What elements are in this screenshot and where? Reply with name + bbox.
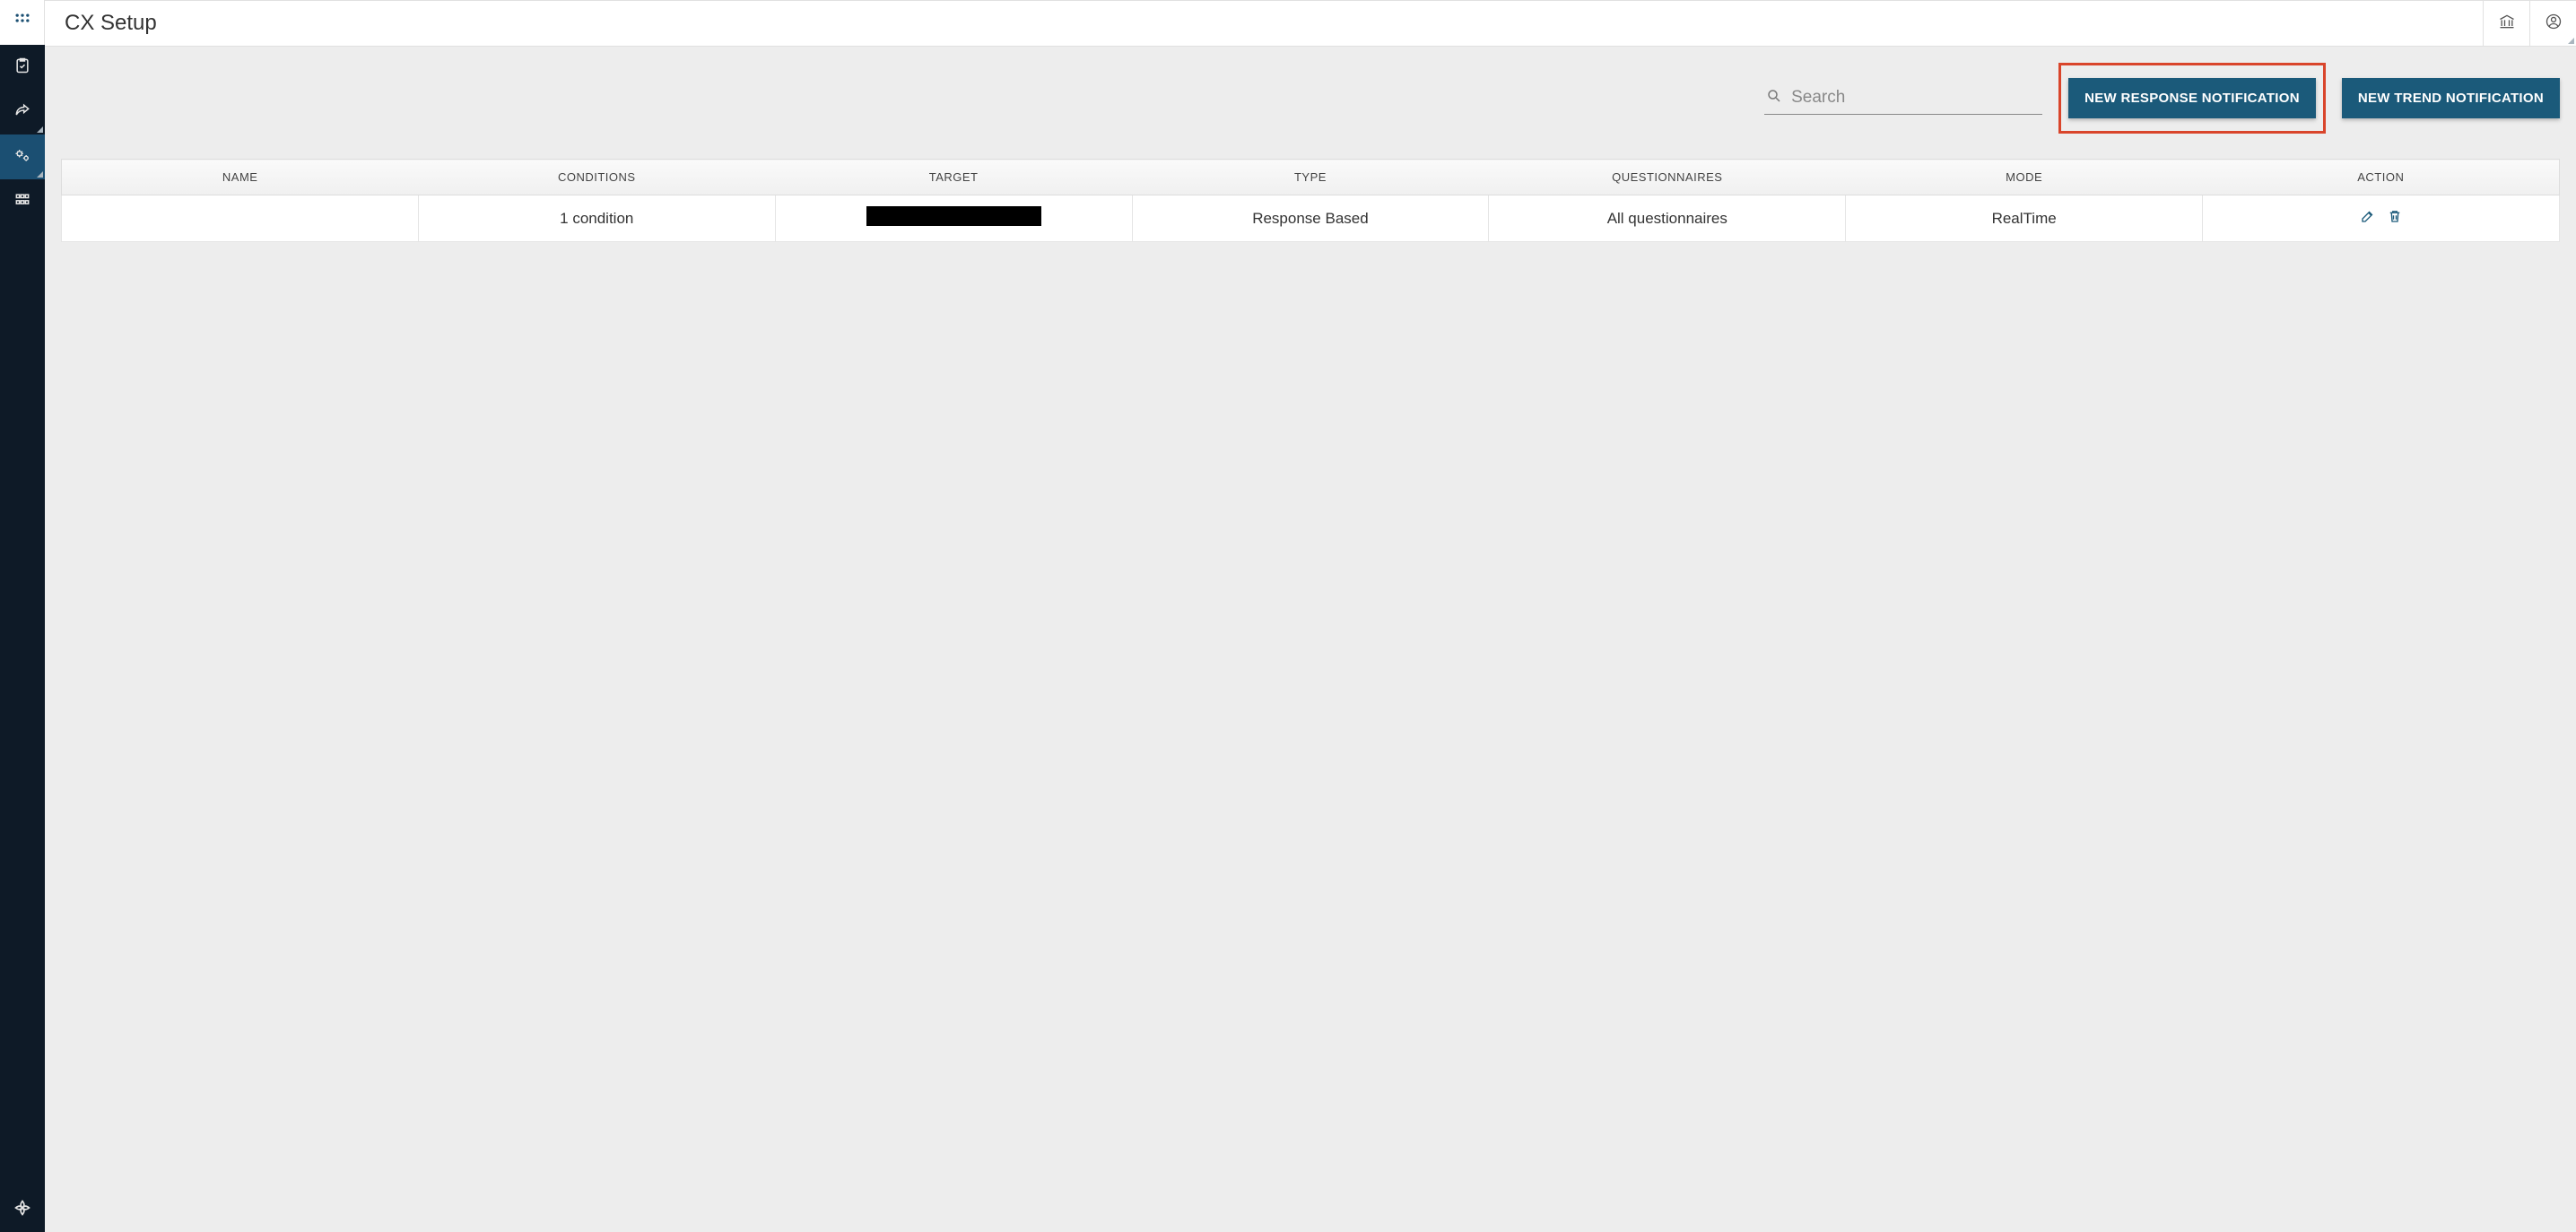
search-input[interactable] xyxy=(1791,88,2041,108)
cell-target xyxy=(775,195,1132,242)
highlight-annotation: NEW RESPONSE NOTIFICATION xyxy=(2058,63,2326,134)
topbar: CX Setup xyxy=(45,0,2576,47)
institution-icon xyxy=(2498,13,2516,35)
checklist-icon xyxy=(13,56,31,79)
page-title: CX Setup xyxy=(65,11,157,36)
user-button[interactable] xyxy=(2529,1,2576,46)
org-button[interactable] xyxy=(2483,1,2529,46)
content: NEW RESPONSE NOTIFICATION NEW TREND NOTI… xyxy=(45,47,2576,1232)
edit-icon[interactable] xyxy=(2360,208,2376,229)
delete-icon[interactable] xyxy=(2387,208,2403,229)
gears-icon xyxy=(13,146,31,169)
main-area: CX Setup NEW RE xyxy=(45,0,2576,1232)
modules-icon xyxy=(13,191,31,213)
expand-corner-icon xyxy=(37,126,43,133)
redacted-value xyxy=(866,206,1041,226)
cell-mode: RealTime xyxy=(1846,195,2203,242)
forward-arrow-icon xyxy=(13,101,31,124)
expand-corner-icon xyxy=(2568,38,2574,44)
logo-icon xyxy=(13,1199,31,1221)
search-field[interactable] xyxy=(1764,82,2042,115)
col-header-questionnaires[interactable]: QUESTIONNAIRES xyxy=(1489,160,1846,195)
controls-row: NEW RESPONSE NOTIFICATION NEW TREND NOTI… xyxy=(61,63,2560,134)
col-header-name[interactable]: NAME xyxy=(62,160,419,195)
new-trend-notification-button[interactable]: NEW TREND NOTIFICATION xyxy=(2342,78,2560,118)
apps-launcher-button[interactable] xyxy=(0,0,45,45)
col-header-conditions[interactable]: CONDITIONS xyxy=(418,160,775,195)
grid-icon xyxy=(13,12,31,34)
col-header-mode[interactable]: MODE xyxy=(1846,160,2203,195)
sidebar-item-settings[interactable] xyxy=(0,134,45,179)
table-row: 1 condition Response Based All questionn… xyxy=(62,195,2560,242)
sidebar xyxy=(0,0,45,1232)
cell-questionnaires: All questionnaires xyxy=(1489,195,1846,242)
col-header-target[interactable]: TARGET xyxy=(775,160,1132,195)
sidebar-item-forward[interactable] xyxy=(0,90,45,134)
sidebar-item-modules[interactable] xyxy=(0,179,45,224)
col-header-action[interactable]: ACTION xyxy=(2203,160,2560,195)
search-icon xyxy=(1766,88,1782,108)
cell-type: Response Based xyxy=(1132,195,1489,242)
new-response-notification-button[interactable]: NEW RESPONSE NOTIFICATION xyxy=(2068,78,2316,118)
notifications-table: NAME CONDITIONS TARGET TYPE QUESTIONNAIR… xyxy=(61,159,2560,242)
table-header-row: NAME CONDITIONS TARGET TYPE QUESTIONNAIR… xyxy=(62,160,2560,195)
expand-corner-icon xyxy=(37,171,43,178)
sidebar-item-checklist[interactable] xyxy=(0,45,45,90)
cell-action xyxy=(2203,195,2560,242)
user-icon xyxy=(2545,13,2563,35)
cell-conditions: 1 condition xyxy=(418,195,775,242)
sidebar-item-logo[interactable] xyxy=(0,1187,45,1232)
cell-name xyxy=(62,195,419,242)
col-header-type[interactable]: TYPE xyxy=(1132,160,1489,195)
